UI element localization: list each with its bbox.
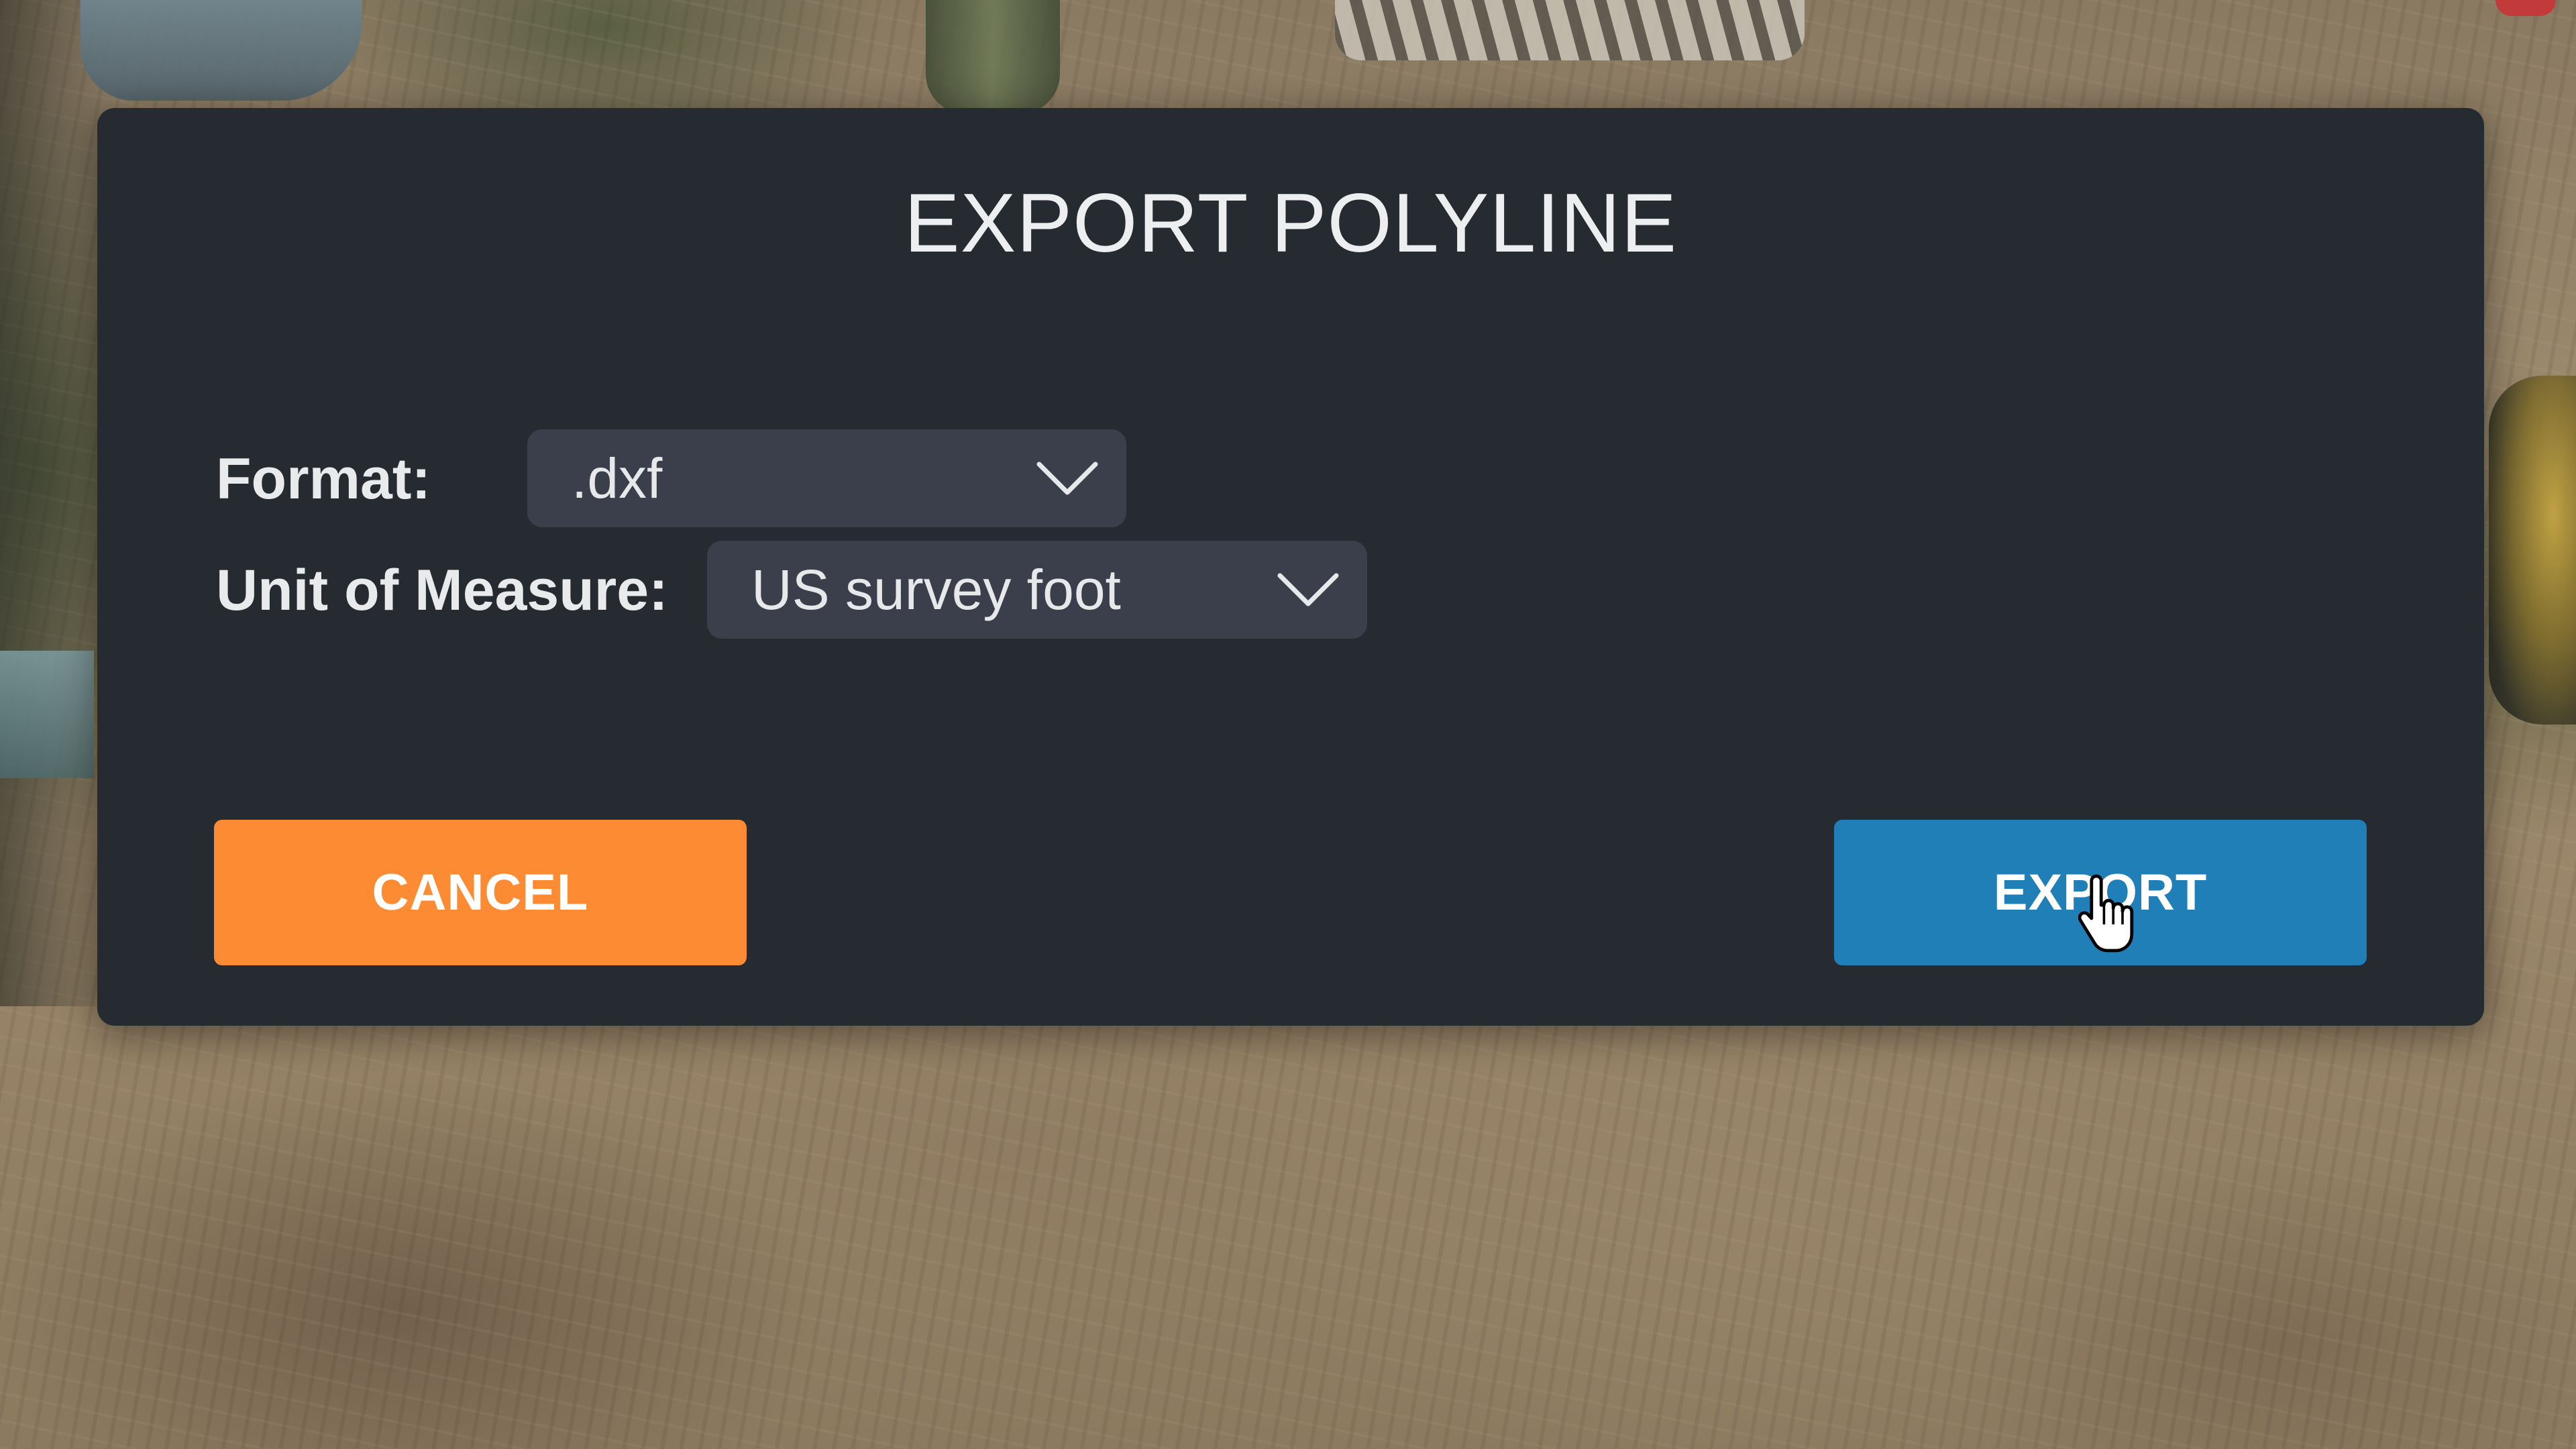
background-tarp (80, 0, 362, 101)
format-select-value: .dxf (572, 447, 663, 510)
export-button-label: EXPORT (1993, 864, 2208, 921)
chevron-down-icon (1277, 573, 1339, 606)
background-red-object (2496, 0, 2556, 16)
unit-of-measure-select-value: US survey foot (751, 558, 1121, 621)
background-blue-object (0, 651, 94, 778)
background-pallet (1335, 0, 1805, 60)
cancel-button[interactable]: CANCEL (214, 820, 747, 965)
background-equipment (2489, 376, 2576, 724)
format-select[interactable]: .dxf (527, 429, 1126, 527)
cancel-button-label: CANCEL (372, 864, 589, 921)
format-label: Format: (216, 447, 431, 511)
dialog-title: EXPORT POLYLINE (904, 177, 1678, 270)
unit-of-measure-select[interactable]: US survey foot (707, 541, 1367, 639)
unit-of-measure-label: Unit of Measure: (216, 558, 668, 623)
export-button[interactable]: EXPORT (1834, 820, 2367, 965)
export-polyline-dialog: EXPORT POLYLINE Format: .dxf Unit of Mea… (97, 108, 2484, 1026)
chevron-down-icon (1036, 462, 1098, 495)
background-post (926, 0, 1060, 114)
